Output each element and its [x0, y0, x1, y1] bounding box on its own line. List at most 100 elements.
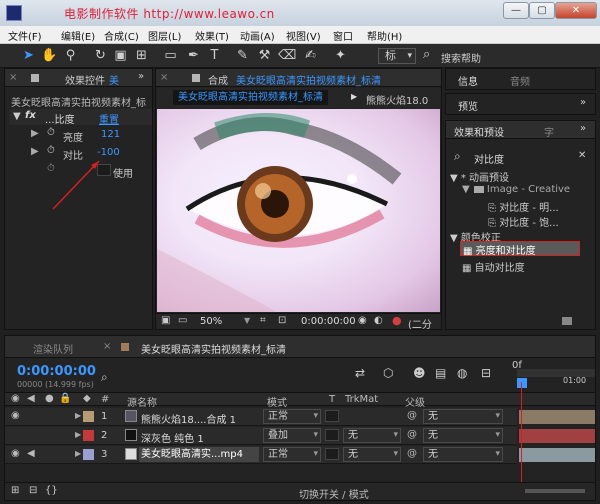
expand-icon[interactable]: ▶ — [75, 449, 81, 458]
tree-preset-2[interactable]: ⎘ 对比度 - 饱... — [488, 214, 559, 229]
expand-icon[interactable]: ▼ — [462, 184, 473, 195]
close-tab-icon[interactable]: × — [103, 341, 111, 352]
effects-search-input[interactable]: 对比度 — [474, 151, 504, 166]
menu-view[interactable]: 视图(V) — [286, 28, 321, 43]
draft-3d-icon[interactable]: ⬡ — [383, 366, 393, 380]
text-tool-icon[interactable]: T — [206, 48, 223, 64]
reset-link[interactable]: 重置 — [99, 111, 119, 126]
toggle-modes-icon[interactable]: ⊟ — [29, 485, 37, 496]
tab-audio[interactable]: 音频 — [510, 73, 530, 88]
timeline-search-icon[interactable]: ⌕ — [101, 370, 108, 385]
view-layout[interactable]: (二分 — [408, 316, 432, 331]
clone-stamp-tool-icon[interactable]: ⚒ — [256, 48, 273, 64]
menu-layer[interactable]: 图层(L) — [148, 28, 181, 43]
zoom-tool-icon[interactable]: ⚲ — [62, 48, 79, 64]
safe-area-icon[interactable]: ⌗ — [260, 315, 266, 326]
menu-window[interactable]: 窗口 — [333, 28, 353, 43]
preserve-transparency-checkbox[interactable] — [325, 448, 339, 460]
viewer-timecode[interactable]: 0:00:00:00 — [301, 316, 356, 327]
shy-layers-icon[interactable]: ☻ — [413, 366, 426, 380]
layer-bar-1[interactable] — [519, 410, 595, 424]
stopwatch-icon[interactable]: ⏱ — [47, 145, 55, 156]
trkmat-dropdown[interactable]: 无 — [343, 428, 401, 443]
motion-blur-icon[interactable]: ◍ — [457, 366, 467, 380]
layer-row-1[interactable]: ◉ ▶ 1 熊熊火焰18....合成 1 正常 @ 无 — [5, 408, 517, 426]
hand-tool-icon[interactable]: ✋ — [41, 48, 58, 64]
maximize-button[interactable]: ▢ — [529, 2, 555, 19]
zoom-slider[interactable] — [525, 489, 585, 493]
layer-name[interactable]: 深灰色 纯色 1 — [141, 430, 204, 445]
grid-icon[interactable]: ▣ — [161, 315, 170, 326]
visibility-icon[interactable]: ◉ — [11, 448, 20, 459]
search-help-label[interactable]: 搜索帮助 — [441, 50, 481, 65]
trkmat-dropdown[interactable]: 无 — [343, 447, 401, 462]
composition-tab[interactable]: × 合成 美女眨眼高清实拍视频素材_标清 — [156, 69, 441, 87]
tab-render-queue[interactable]: 渲染队列 — [33, 341, 73, 356]
tab-info[interactable]: 信息 — [458, 73, 478, 88]
search-help-icon[interactable]: ⌕ — [423, 47, 430, 62]
panel-menu-icon[interactable]: » — [138, 71, 144, 82]
mode-dropdown[interactable]: 正常 — [263, 447, 321, 462]
parent-dropdown[interactable]: 无 — [423, 409, 503, 424]
expand-icon[interactable]: ▶ — [75, 411, 81, 420]
col-source-name[interactable]: 源名称 — [127, 394, 157, 409]
effects-presets-tab[interactable]: 效果和预设 字 » — [446, 121, 595, 139]
mask-icon[interactable]: ⊡ — [278, 315, 286, 326]
toggle-timing-icon[interactable]: {} — [45, 485, 58, 496]
panel-menu-icon[interactable]: » — [580, 123, 586, 134]
brush-tool-icon[interactable]: ✎ — [234, 48, 251, 64]
parent-dropdown[interactable]: 无 — [423, 447, 503, 462]
parent-pickwhip-icon[interactable]: @ — [407, 429, 417, 440]
mode-dropdown[interactable]: 叠加 — [263, 428, 321, 443]
expand-icon[interactable]: ▼ — [13, 111, 21, 122]
frame-blending-icon[interactable]: ▤ — [435, 366, 446, 380]
mode-dropdown[interactable]: 正常 — [263, 409, 321, 424]
layer-name[interactable]: 美女眨眼高清实...mp4 — [139, 447, 259, 462]
expand-icon[interactable]: ▶ — [75, 430, 81, 439]
expand-icon[interactable]: ▶ — [31, 146, 39, 157]
tab-effects-presets[interactable]: 效果和预设 — [454, 124, 504, 139]
parent-pickwhip-icon[interactable]: @ — [407, 410, 417, 421]
visibility-icon[interactable]: ◉ — [11, 410, 20, 421]
rectangle-tool-icon[interactable]: ▭ — [162, 48, 179, 64]
fx-icon[interactable]: fx — [25, 110, 36, 121]
channels-icon[interactable]: ● — [392, 314, 402, 327]
pen-tool-icon[interactable]: ✒ — [185, 48, 202, 64]
panel-menu-icon[interactable]: » — [580, 97, 586, 108]
menu-file[interactable]: 文件(F) — [8, 28, 42, 43]
playhead-handle[interactable] — [517, 378, 527, 388]
expand-icon[interactable]: ▼ — [450, 173, 461, 184]
layer-bar-3[interactable] — [519, 448, 595, 462]
brightness-value[interactable]: 121 — [101, 129, 120, 140]
rotate-tool-icon[interactable]: ↻ — [92, 48, 109, 64]
close-tab-icon[interactable]: × — [9, 72, 17, 83]
tree-preset-1[interactable]: ⎘ 对比度 - 明... — [488, 199, 559, 214]
tree-animation-presets[interactable]: ▼ * 动画预设 — [450, 169, 509, 184]
label-color[interactable] — [83, 449, 94, 460]
snapshot-icon[interactable]: ◉ — [358, 315, 367, 326]
preserve-transparency-checkbox[interactable] — [325, 429, 339, 441]
timeline-timecode[interactable]: 0:00:00:00 — [17, 364, 96, 379]
toggle-switches-modes[interactable]: 切换开关 / 模式 — [299, 486, 369, 501]
menu-animation[interactable]: 动画(A) — [240, 28, 275, 43]
current-time-indicator[interactable] — [521, 382, 522, 482]
layer-row-3[interactable]: ◉ ◀ ▶ 3 美女眨眼高清实...mp4 正常 无 @ 无 — [5, 446, 517, 464]
tab-character[interactable]: 字 — [544, 124, 554, 139]
workspace-dropdown[interactable]: 标 ▾ — [378, 48, 416, 64]
clear-search-icon[interactable]: ✕ — [578, 150, 586, 161]
expand-icon[interactable]: ▶ — [31, 128, 39, 139]
preserve-transparency-checkbox[interactable] — [325, 410, 339, 422]
comp-subtab-active[interactable]: 美女眨眼高清实拍视频素材_标清 — [173, 90, 328, 105]
new-folder-icon[interactable] — [562, 317, 572, 325]
camera-tool-icon[interactable]: ▣ — [112, 48, 129, 64]
menu-help[interactable]: 帮助(H) — [367, 28, 402, 43]
viewer-image[interactable] — [157, 109, 440, 312]
parent-pickwhip-icon[interactable]: @ — [407, 448, 417, 459]
graph-editor-icon[interactable]: ⊟ — [481, 366, 491, 380]
close-button[interactable]: ✕ — [555, 2, 597, 19]
comp-subtab-second[interactable]: 熊熊火焰18.0 — [366, 92, 428, 107]
layer-bar-2[interactable] — [519, 429, 595, 443]
tree-brightness-contrast[interactable]: ▦ 亮度和对比度 — [460, 241, 580, 257]
roto-brush-tool-icon[interactable]: ✍ — [302, 48, 319, 64]
stopwatch-icon[interactable]: ⏱ — [47, 127, 55, 138]
